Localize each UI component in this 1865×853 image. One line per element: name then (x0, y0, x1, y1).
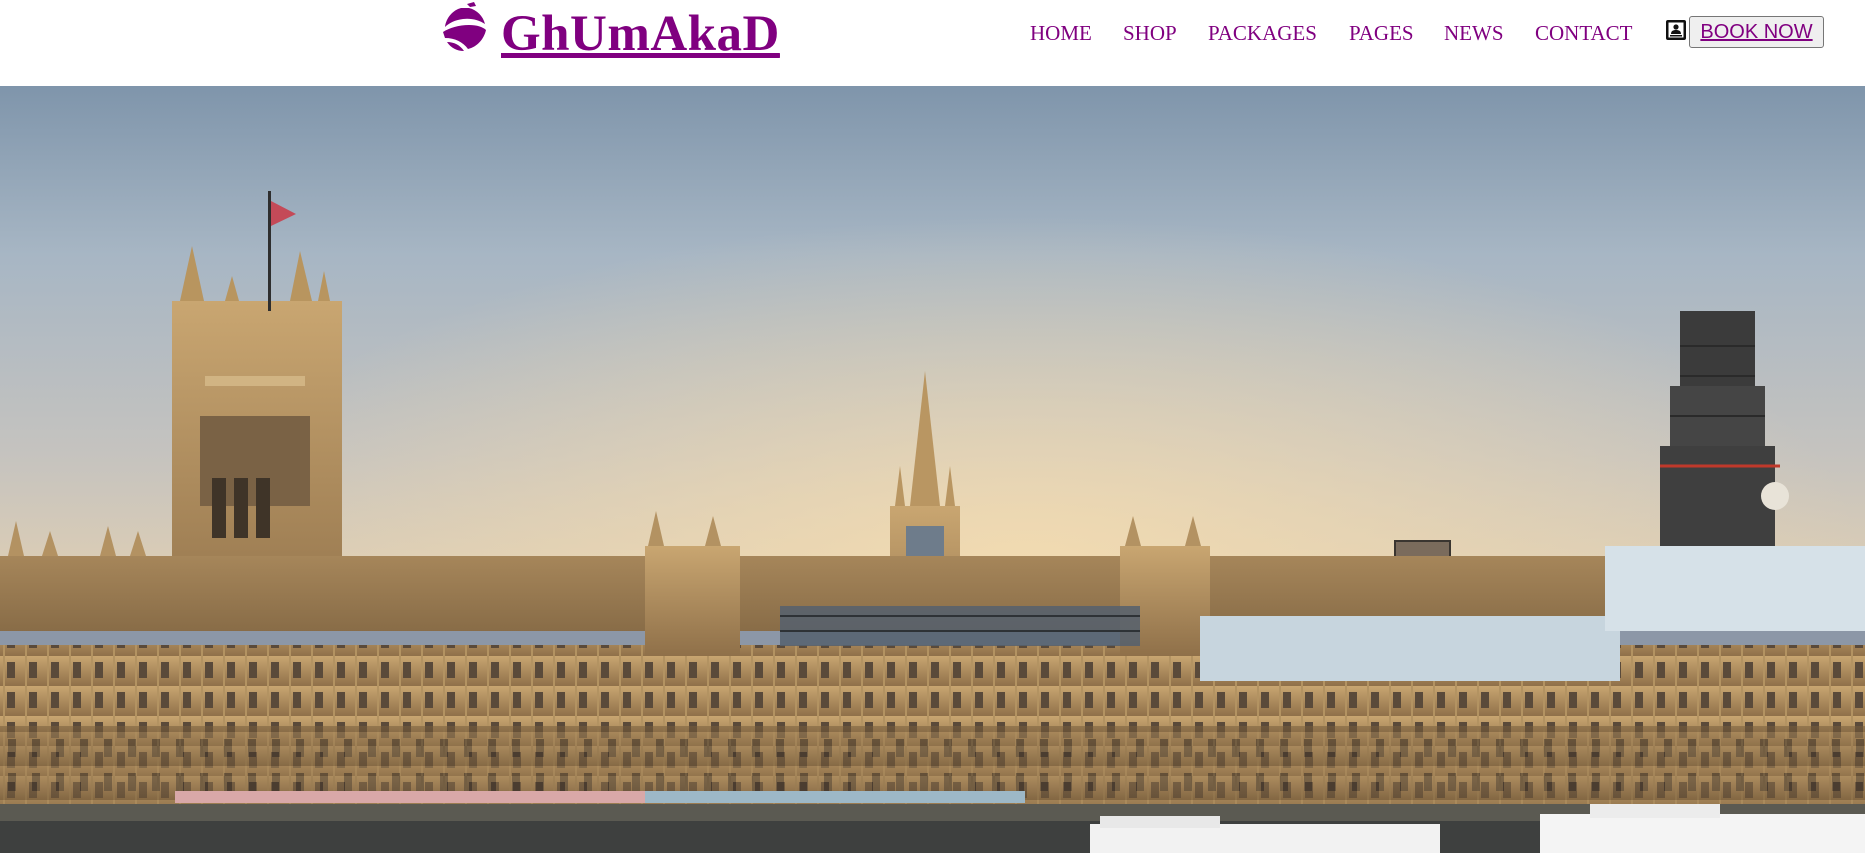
nav-item-shop[interactable]: SHOP (1123, 17, 1177, 49)
nav-item-pages[interactable]: PAGES (1349, 17, 1414, 49)
contact-card-icon (1666, 20, 1686, 40)
nav-item-home[interactable]: HOME (1030, 17, 1092, 49)
site-header: GhUmAkaD HOME SHOP PACKAGES PAGES NEWS C… (0, 0, 1865, 86)
book-now-button[interactable]: BOOK NOW (1689, 16, 1824, 48)
nav-item-news[interactable]: NEWS (1444, 17, 1504, 49)
nav-item-packages[interactable]: PACKAGES (1208, 17, 1317, 49)
globe-plane-icon (443, 2, 486, 51)
palace-of-westminster-photo (0, 86, 1865, 853)
brand-name: GhUmAkaD (501, 6, 780, 62)
nav-item-contact[interactable]: CONTACT (1535, 17, 1632, 49)
brand-logo-link[interactable]: GhUmAkaD (439, 2, 780, 66)
hero-banner (0, 86, 1865, 853)
